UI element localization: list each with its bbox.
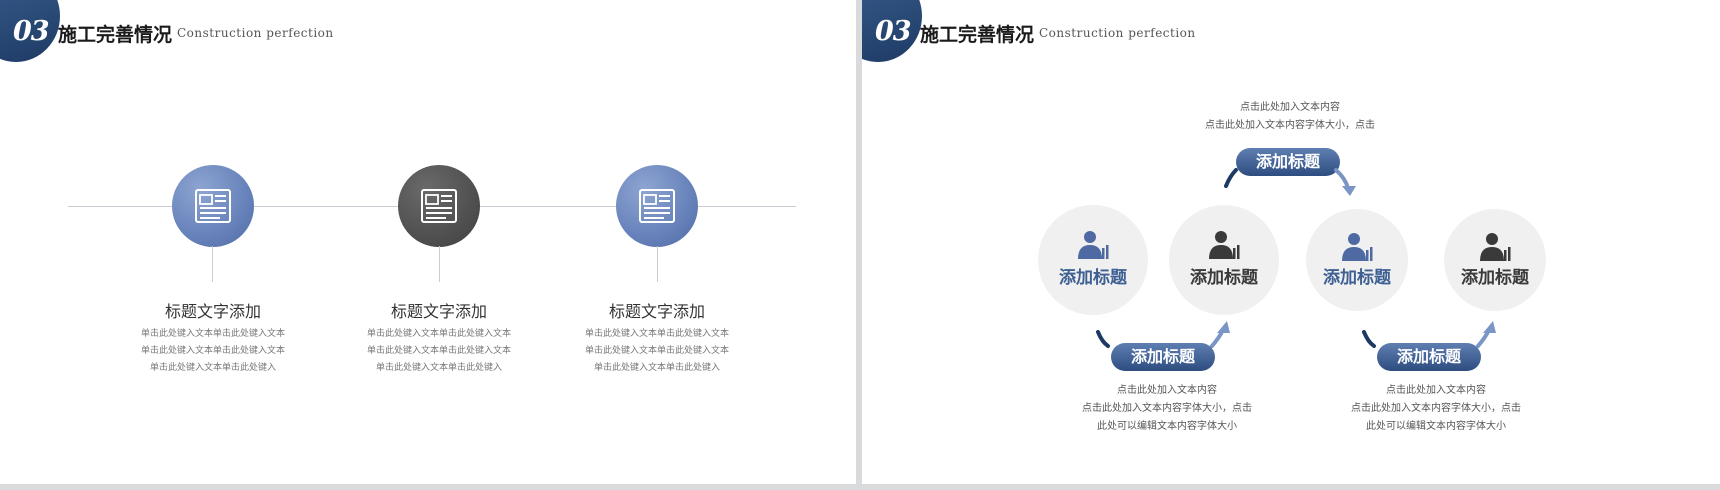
item-title: 标题文字添加 bbox=[608, 302, 705, 321]
timeline-connector bbox=[439, 246, 440, 282]
item-description: 单击此处键入文本单击此处键入文本 单击此处键入文本单击此处键入文本 单击此处键入… bbox=[584, 329, 729, 373]
bottom-right-description: 点击此处加入文本内容 点击此处加入文本内容字体大小，点击 此处可以编辑文本内容字… bbox=[1351, 385, 1521, 432]
slide-left: 03 施工完善情况 Construction perfection 标题文字添加… bbox=[0, 0, 856, 484]
arrow-head-icon bbox=[1217, 321, 1230, 333]
section-number: 03 bbox=[13, 16, 50, 47]
step-circle-3[interactable]: 添加标题 bbox=[1306, 209, 1408, 311]
timeline-node-1[interactable] bbox=[172, 165, 254, 247]
arrow-curve-icon bbox=[1334, 168, 1350, 190]
step-circle-4[interactable]: 添加标题 bbox=[1444, 209, 1546, 311]
item-title: 标题文字添加 bbox=[390, 302, 487, 321]
item-description: 单击此处键入文本单击此处键入文本 单击此处键入文本单击此处键入文本 单击此处键入… bbox=[140, 329, 285, 373]
step-circle-1[interactable]: 添加标题 bbox=[1038, 205, 1148, 315]
step-label: 添加标题 bbox=[1190, 268, 1258, 288]
flow-arrows bbox=[1096, 168, 1496, 348]
arrow-curve-icon bbox=[1224, 168, 1238, 188]
step-label: 添加标题 bbox=[1461, 268, 1529, 288]
step-label: 添加标题 bbox=[1059, 268, 1127, 288]
timeline-node-2[interactable] bbox=[398, 165, 480, 247]
arrow-curve-icon bbox=[1096, 330, 1110, 348]
timeline-connector bbox=[657, 246, 658, 282]
bottom-right-title-pill[interactable]: 添加标题 bbox=[1377, 343, 1481, 371]
page-title: 施工完善情况 bbox=[58, 24, 173, 46]
slide-right: 03 施工完善情况 Construction perfection 点击此处加入… bbox=[862, 0, 1720, 484]
person-chart-icon bbox=[1209, 231, 1240, 259]
item-title: 标题文字添加 bbox=[164, 302, 261, 321]
document-icon bbox=[195, 189, 231, 223]
person-chart-icon bbox=[1342, 233, 1373, 261]
person-chart-icon bbox=[1480, 233, 1511, 261]
timeline-connector bbox=[212, 246, 213, 282]
arrow-curve-icon bbox=[1362, 330, 1376, 348]
person-chart-icon bbox=[1078, 231, 1109, 259]
step-label: 添加标题 bbox=[1323, 268, 1391, 288]
item-description: 单击此处键入文本单击此处键入文本 单击此处键入文本单击此处键入文本 单击此处键入… bbox=[366, 329, 511, 373]
arrow-head-icon bbox=[1342, 186, 1356, 196]
page-subtitle: Construction perfection bbox=[177, 26, 334, 40]
slide-header: 03 施工完善情况 Construction perfection bbox=[0, 0, 856, 70]
bottom-left-description: 点击此处加入文本内容 点击此处加入文本内容字体大小，点击 此处可以编辑文本内容字… bbox=[1082, 385, 1252, 432]
step-circle-2[interactable]: 添加标题 bbox=[1169, 205, 1279, 315]
document-icon bbox=[639, 189, 675, 223]
timeline-node-3[interactable] bbox=[616, 165, 698, 247]
bottom-left-title-pill[interactable]: 添加标题 bbox=[1111, 343, 1215, 371]
document-icon bbox=[421, 189, 457, 223]
arrow-head-icon bbox=[1483, 321, 1496, 333]
